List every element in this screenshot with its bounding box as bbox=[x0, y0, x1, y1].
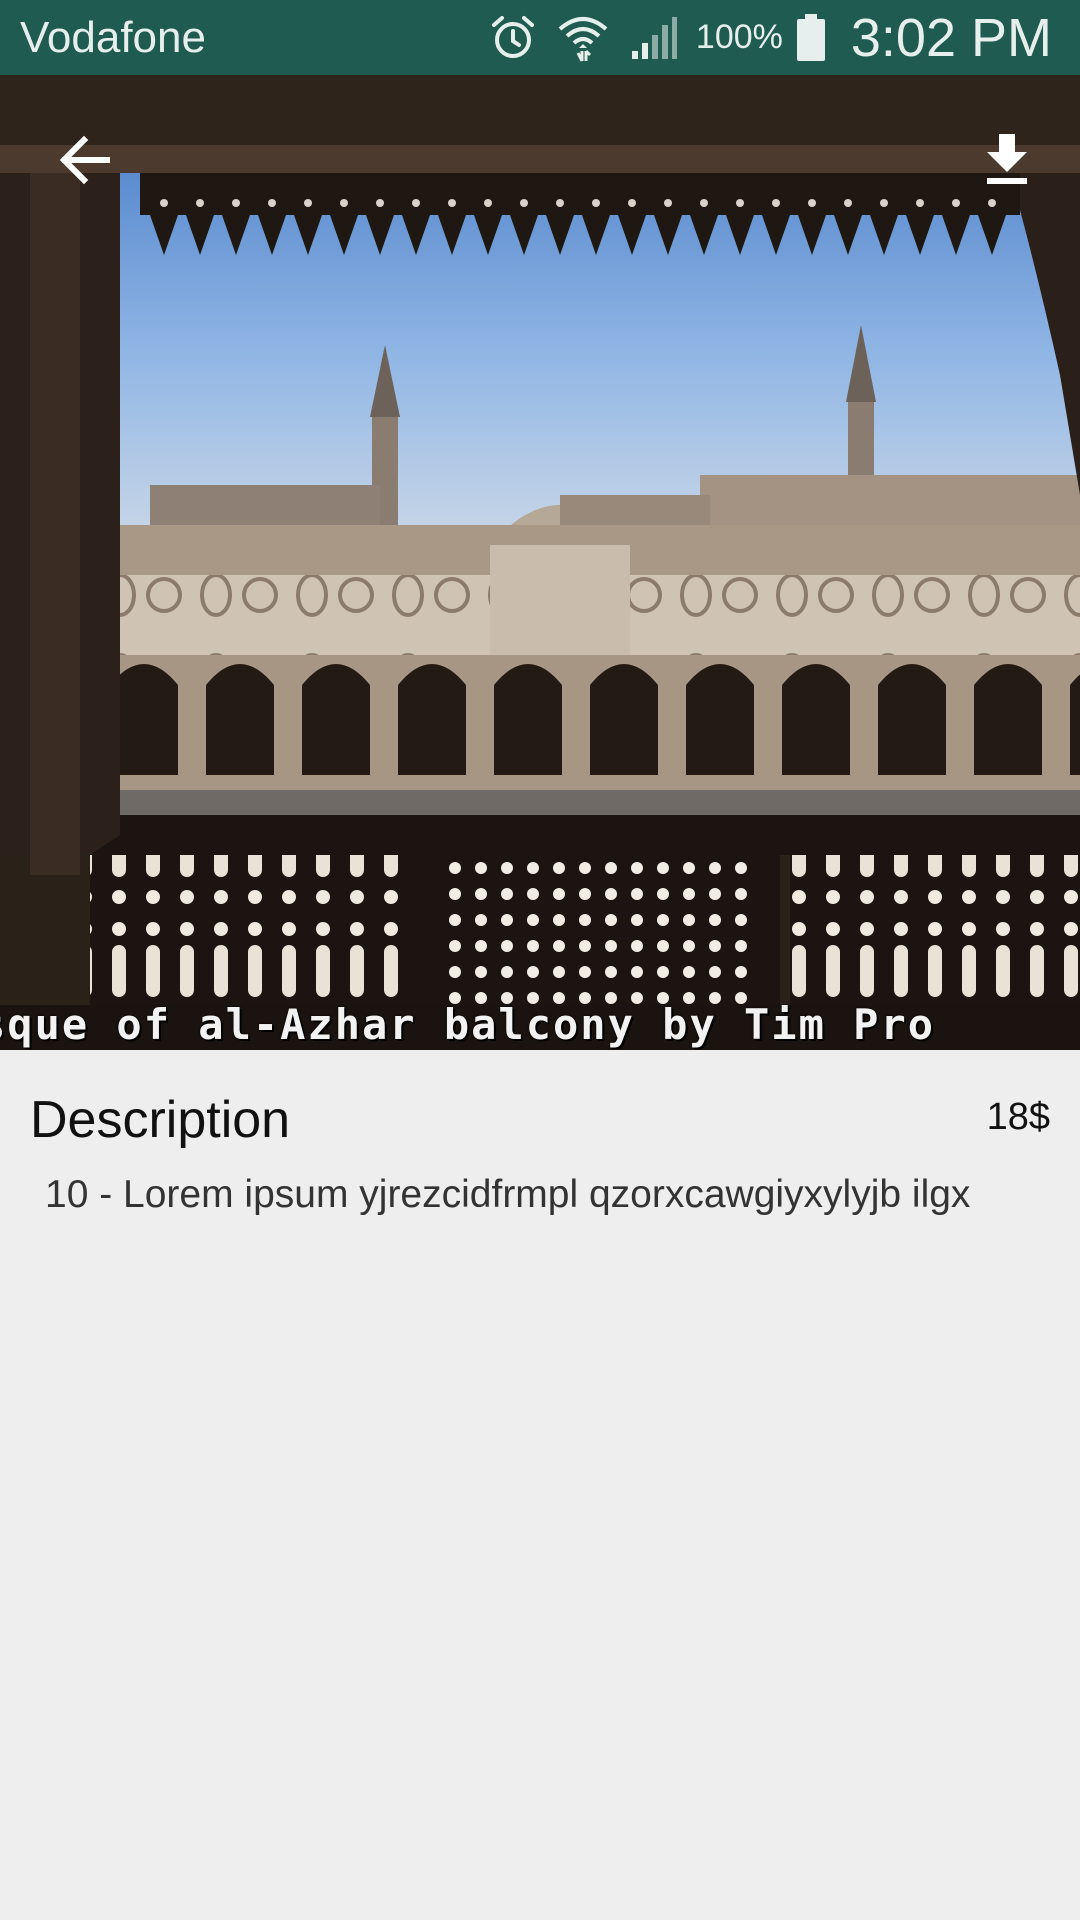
description-title: Description bbox=[30, 1091, 291, 1149]
arrow-left-icon bbox=[59, 135, 110, 185]
back-button[interactable] bbox=[40, 115, 130, 205]
cell-signal-icon bbox=[631, 16, 677, 59]
status-bar: Vodafone 100% 3:02 PM bbox=[0, 0, 1080, 75]
download-icon bbox=[987, 134, 1027, 184]
description-text: 10 - Lorem ipsum yjrezcidfrmpl qzorxcawg… bbox=[45, 1173, 971, 1216]
price-label: 18$ bbox=[986, 1096, 1050, 1138]
photo-caption-text: sque of al-Azhar balcony by Tim Pro bbox=[0, 1000, 936, 1049]
mosque-photo: sque of al-Azhar balcony by Tim Pro bbox=[0, 75, 1080, 1050]
carrier-name: Vodafone bbox=[20, 13, 206, 62]
clock: 3:02 PM bbox=[850, 7, 1052, 68]
battery-percent: 100% bbox=[695, 18, 783, 56]
photo-caption-overlay: sque of al-Azhar balcony by Tim Pro bbox=[0, 1000, 1080, 1050]
details-panel: Description 18$ 10 - Lorem ipsum yjrezci… bbox=[0, 1050, 1080, 1920]
photo-scene bbox=[0, 75, 1080, 1050]
alarm-icon bbox=[491, 15, 534, 58]
status-icons: 100% 3:02 PM bbox=[488, 0, 1052, 75]
battery-icon bbox=[796, 13, 825, 61]
download-button[interactable] bbox=[962, 115, 1052, 205]
wifi-icon bbox=[558, 16, 608, 62]
